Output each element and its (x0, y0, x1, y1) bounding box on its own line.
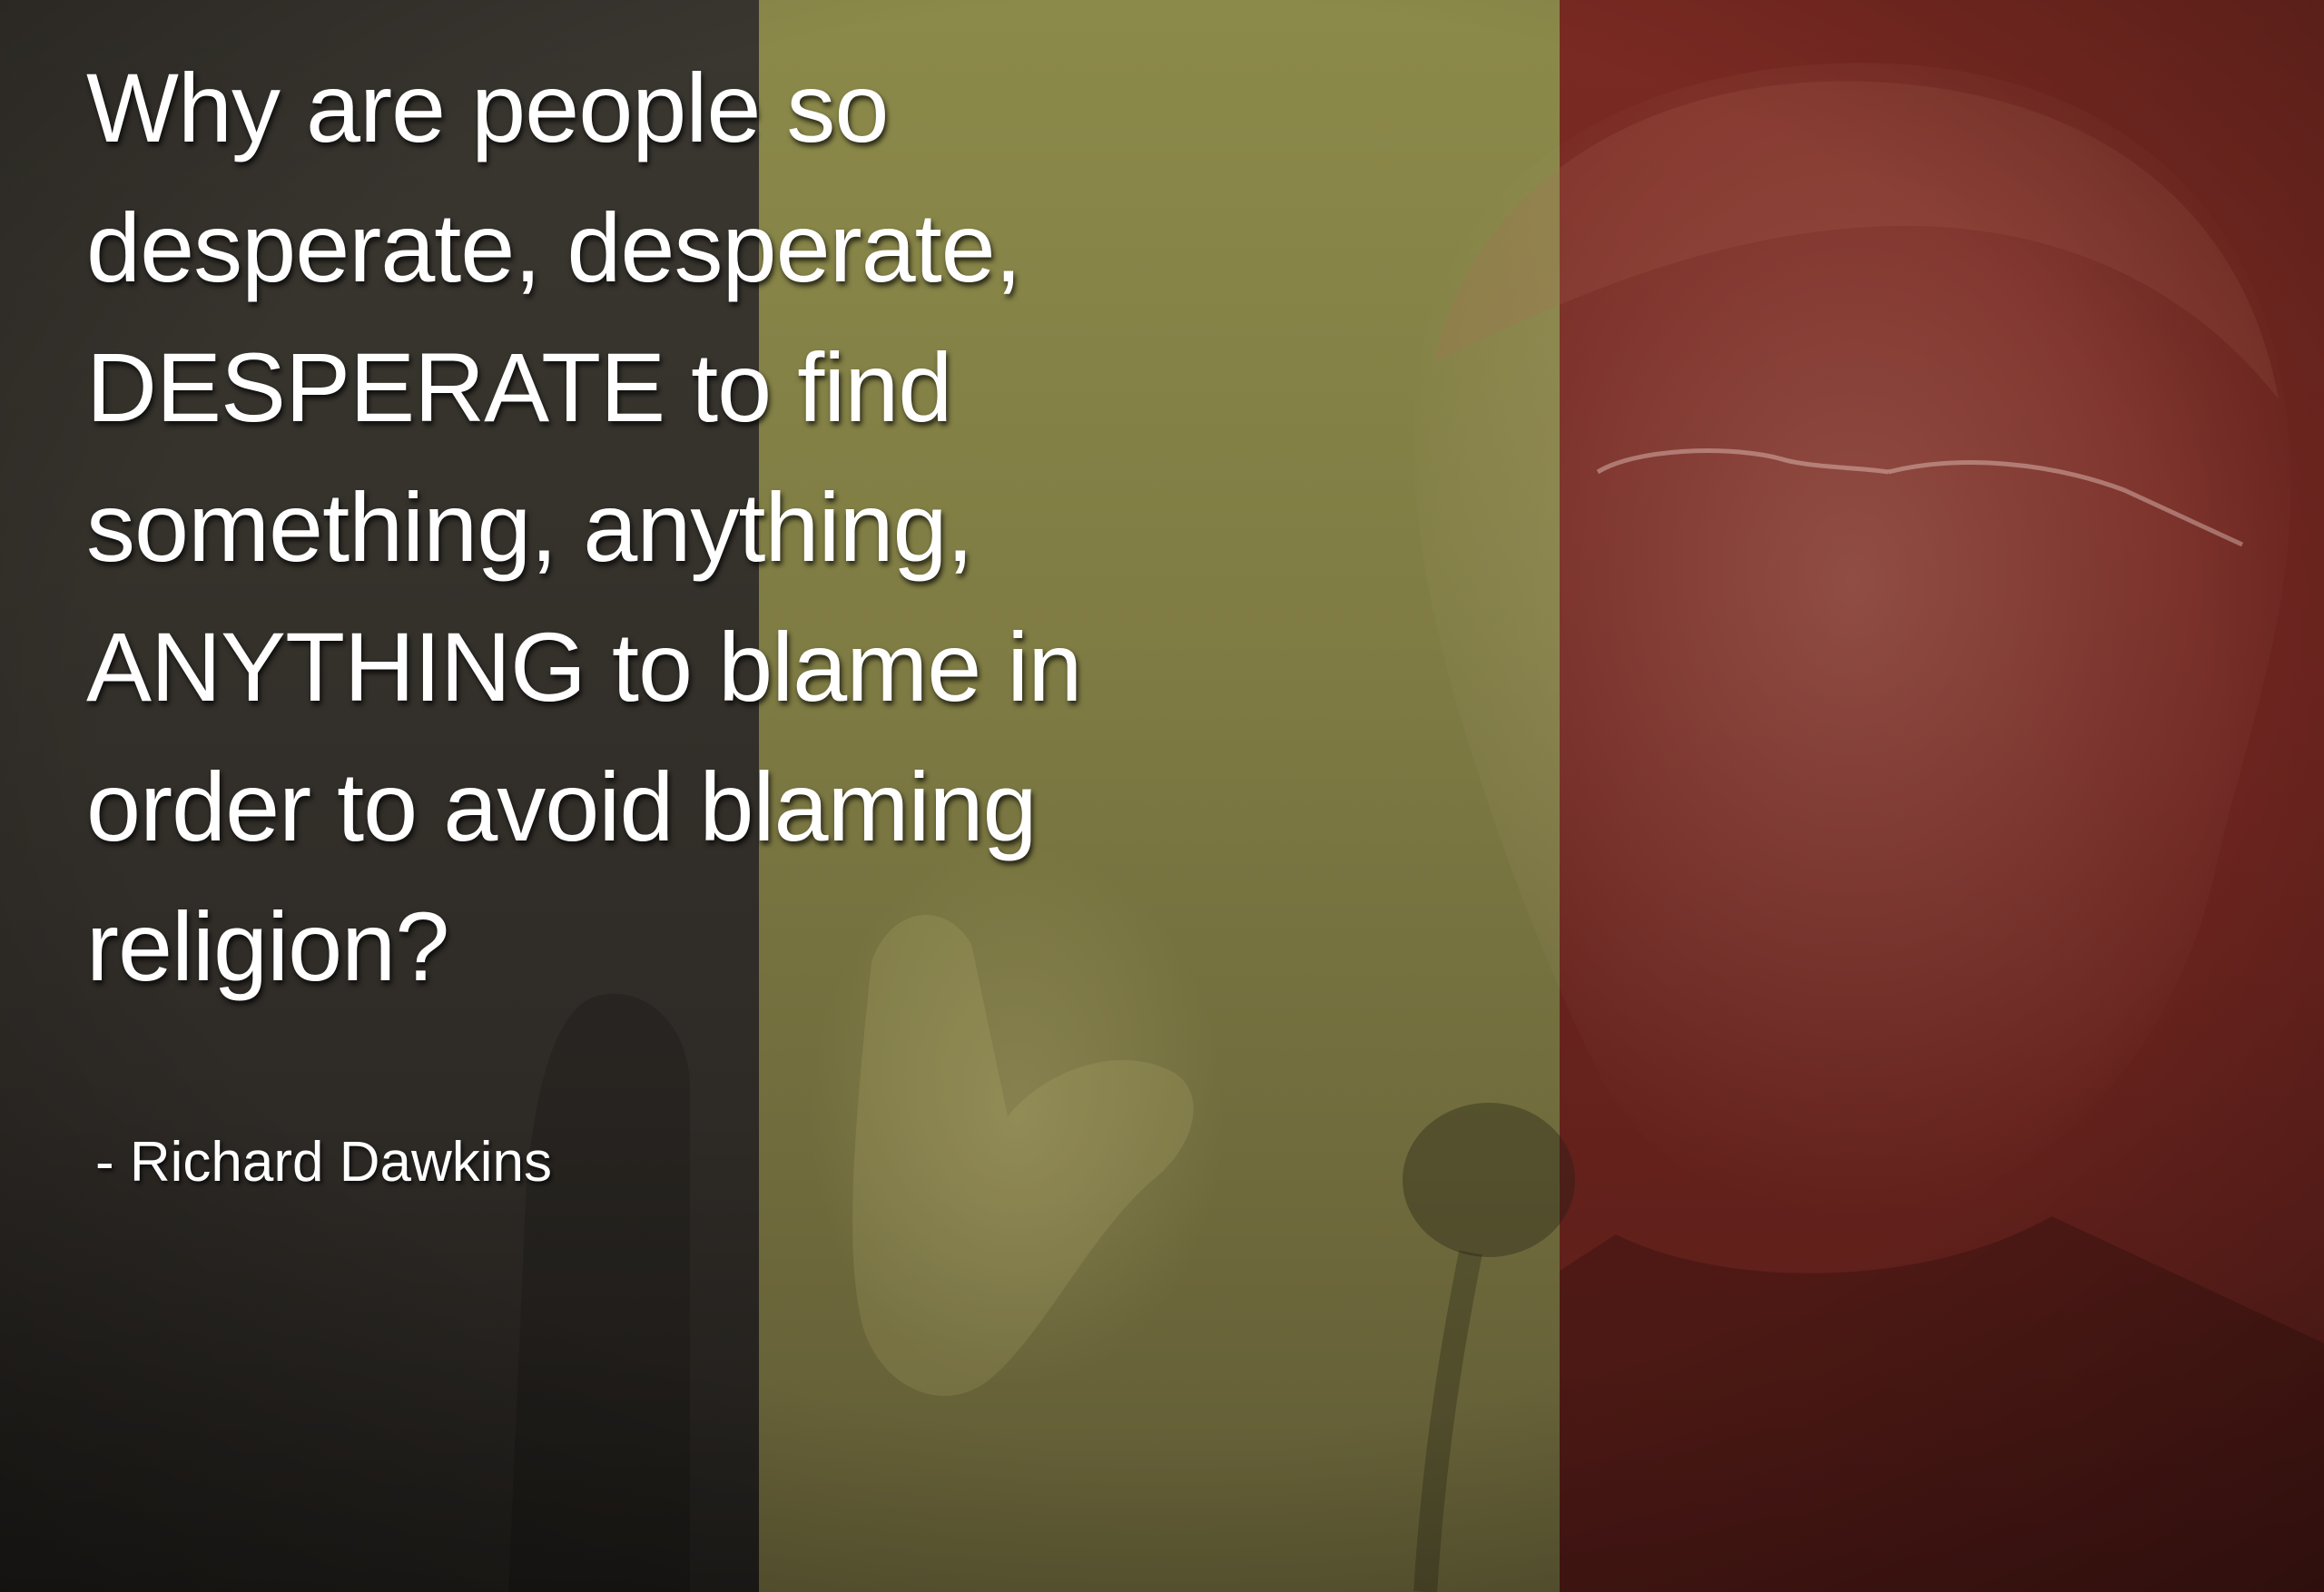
quote-line: something, anything, (86, 472, 974, 582)
quote-line: Why are people so (86, 53, 890, 162)
quote-poster: Why are people so desperate, desperate, … (0, 0, 2324, 1592)
quote-line: order to avoid blaming (86, 752, 1038, 861)
quote-line: ANYTHING to blame in (86, 612, 1082, 722)
quote-text: Why are people so desperate, desperate, … (86, 38, 1375, 1017)
quote-attribution: - Richard Dawkins (95, 1131, 553, 1194)
quote-line: DESPERATE to find (86, 332, 952, 442)
quote-line: religion? (86, 891, 449, 1001)
quote-line: desperate, desperate, (86, 192, 1022, 302)
